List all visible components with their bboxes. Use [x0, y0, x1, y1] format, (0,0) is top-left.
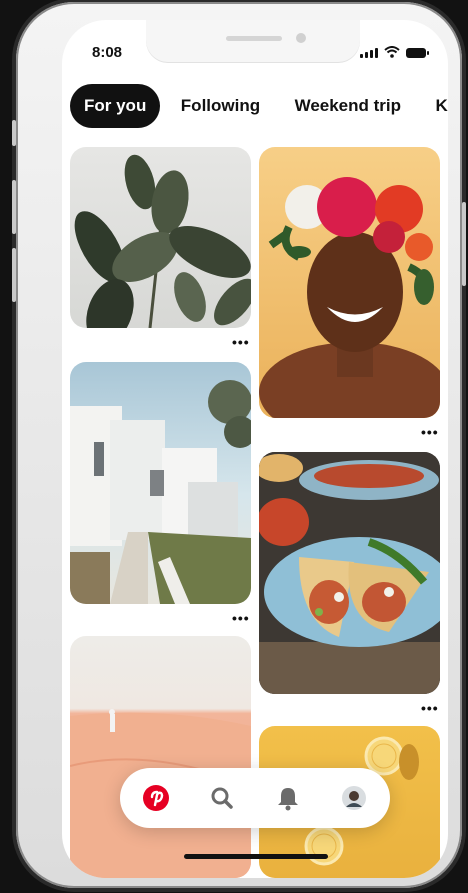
- mute-switch: [12, 120, 16, 146]
- volume-up-button: [12, 180, 16, 234]
- pin-rubber-plant[interactable]: [70, 147, 251, 328]
- pin-white-house[interactable]: [70, 362, 251, 604]
- bottom-nav: [120, 768, 390, 828]
- bell-icon[interactable]: [272, 782, 304, 814]
- tab-following[interactable]: Following: [167, 84, 274, 128]
- plant-image: [74, 154, 251, 328]
- pin-more-button[interactable]: •••: [421, 701, 439, 715]
- pin-desert-dune[interactable]: [70, 636, 251, 878]
- volume-down-button: [12, 248, 16, 302]
- pin-tacos[interactable]: [259, 452, 440, 694]
- front-camera: [296, 33, 306, 43]
- tacos-image: [259, 452, 440, 694]
- phone-frame: 8:08 For you Following Weekend trip Kitc…: [12, 2, 466, 888]
- pinterest-icon[interactable]: [140, 782, 172, 814]
- home-indicator: [184, 854, 328, 859]
- battery-icon: [406, 48, 429, 58]
- tab-kitchen[interactable]: Kitchen: [421, 84, 448, 128]
- avatar[interactable]: [338, 782, 370, 814]
- search-icon[interactable]: [206, 782, 238, 814]
- signal-icon: [360, 48, 378, 58]
- pin-portrait-flower-crown[interactable]: [259, 147, 440, 418]
- tab-for-you[interactable]: For you: [70, 84, 161, 128]
- wifi-icon: [384, 46, 400, 58]
- desert-image: [70, 709, 251, 878]
- power-button: [462, 202, 466, 286]
- status-time: 8:08: [92, 44, 123, 61]
- app-screen: 8:08 For you Following Weekend trip Kitc…: [62, 20, 448, 878]
- pin-more-button[interactable]: •••: [232, 611, 250, 625]
- notch: [146, 20, 360, 62]
- speaker: [226, 36, 282, 41]
- pin-more-button[interactable]: •••: [421, 425, 439, 439]
- portrait-image: [259, 177, 440, 418]
- pin-more-button[interactable]: •••: [232, 335, 250, 349]
- status-icons: [360, 46, 429, 58]
- board-tabs: For you Following Weekend trip Kitchen: [70, 84, 448, 132]
- house-image: [70, 380, 251, 604]
- tab-weekend-trip[interactable]: Weekend trip: [281, 84, 415, 128]
